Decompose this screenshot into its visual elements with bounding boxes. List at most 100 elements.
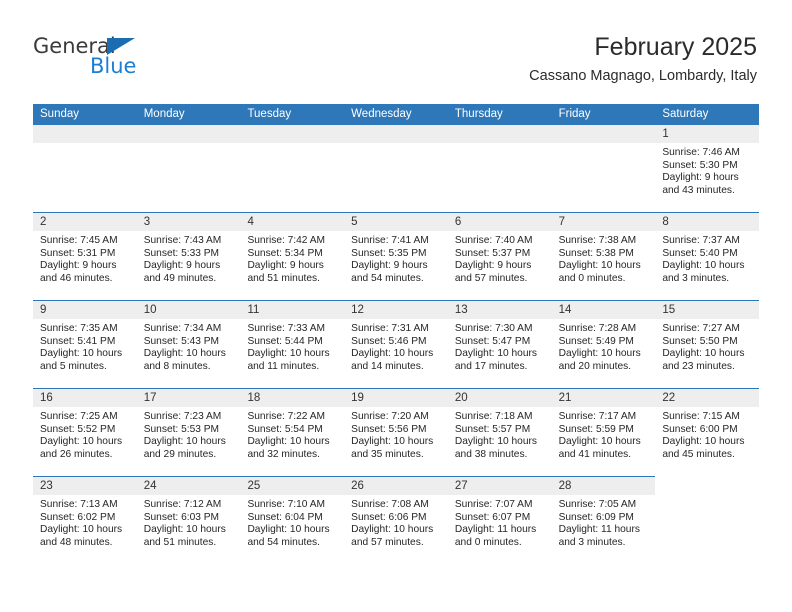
sunrise-text: Sunrise: 7:23 AM — [143, 411, 222, 422]
daylight-text-line1: Daylight: 10 hours — [558, 348, 641, 360]
day-number: 15 — [655, 301, 760, 319]
sunset-text: Sunset: 5:47 PM — [454, 335, 531, 347]
day-details: Sunrise: 7:05 AM Sunset: 6:09 PM Dayligh… — [552, 495, 656, 549]
day-cell[interactable]: 4 Sunrise: 7:42 AM Sunset: 5:34 PM Dayli… — [240, 212, 345, 300]
day-number: 24 — [136, 477, 241, 495]
day-cell[interactable]: 18 Sunrise: 7:22 AM Sunset: 5:54 PM Dayl… — [240, 388, 345, 476]
day-number — [447, 125, 552, 143]
logo-text-blue: Blue — [90, 54, 137, 78]
day-number: 8 — [655, 213, 760, 231]
sunrise-text: Sunrise: 7:30 AM — [454, 323, 533, 334]
day-cell[interactable]: 5 Sunrise: 7:41 AM Sunset: 5:35 PM Dayli… — [344, 212, 448, 300]
day-cell[interactable]: 24 Sunrise: 7:12 AM Sunset: 6:03 PM Dayl… — [136, 476, 241, 572]
sunrise-text: Sunrise: 7:38 AM — [558, 235, 637, 246]
day-details: Sunrise: 7:37 AM Sunset: 5:40 PM Dayligh… — [655, 231, 759, 285]
weekday-header-tuesday: Tuesday — [247, 108, 292, 120]
weekday-header-monday: Monday — [143, 108, 185, 120]
day-cell-empty — [136, 124, 241, 212]
sunset-text: Sunset: 6:04 PM — [247, 511, 323, 523]
weekday-header-wednesday: Wednesday — [351, 108, 412, 120]
weekday-header-row: Sunday Monday Tuesday Wednesday Thursday… — [33, 104, 759, 124]
sunrise-text: Sunrise: 7:37 AM — [662, 235, 740, 246]
day-number: 1 — [655, 125, 760, 143]
daylight-text-line2: and 8 minutes. — [143, 360, 211, 372]
daylight-text-line1: Daylight: 10 hours — [40, 524, 123, 536]
day-cell[interactable]: 20 Sunrise: 7:18 AM Sunset: 5:57 PM Dayl… — [447, 388, 552, 476]
day-details: Sunrise: 7:35 AM Sunset: 5:41 PM Dayligh… — [33, 319, 137, 373]
day-cell[interactable]: 27 Sunrise: 7:07 AM Sunset: 6:07 PM Dayl… — [447, 476, 552, 572]
daylight-text-line2: and 41 minutes. — [558, 448, 632, 460]
day-cell[interactable]: 22 Sunrise: 7:15 AM Sunset: 6:00 PM Dayl… — [655, 388, 760, 476]
day-cell[interactable]: 26 Sunrise: 7:08 AM Sunset: 6:06 PM Dayl… — [344, 476, 448, 572]
sunset-text: Sunset: 5:49 PM — [558, 335, 634, 347]
sunset-text: Sunset: 5:50 PM — [662, 335, 738, 347]
day-cell[interactable]: 7 Sunrise: 7:38 AM Sunset: 5:38 PM Dayli… — [551, 212, 656, 300]
day-cell[interactable]: 10 Sunrise: 7:34 AM Sunset: 5:43 PM Dayl… — [136, 300, 241, 388]
day-number — [33, 125, 137, 143]
day-details: Sunrise: 7:41 AM Sunset: 5:35 PM Dayligh… — [344, 231, 448, 285]
page-header: General Blue February 2025 Cassano Magna… — [0, 0, 792, 100]
day-details: Sunrise: 7:34 AM Sunset: 5:43 PM Dayligh… — [137, 319, 241, 373]
day-cell[interactable]: 8 Sunrise: 7:37 AM Sunset: 5:40 PM Dayli… — [655, 212, 760, 300]
day-number: 28 — [551, 477, 656, 495]
day-cell[interactable]: 12 Sunrise: 7:31 AM Sunset: 5:46 PM Dayl… — [344, 300, 448, 388]
sunrise-text: Sunrise: 7:33 AM — [247, 323, 326, 334]
day-cell[interactable]: 19 Sunrise: 7:20 AM Sunset: 5:56 PM Dayl… — [344, 388, 448, 476]
day-number — [240, 125, 345, 143]
day-cell[interactable]: 15 Sunrise: 7:27 AM Sunset: 5:50 PM Dayl… — [655, 300, 760, 388]
day-number: 16 — [33, 389, 137, 407]
sunset-text: Sunset: 5:56 PM — [351, 423, 427, 435]
day-number: 4 — [240, 213, 345, 231]
day-cell[interactable]: 13 Sunrise: 7:30 AM Sunset: 5:47 PM Dayl… — [447, 300, 552, 388]
day-details: Sunrise: 7:25 AM Sunset: 5:52 PM Dayligh… — [33, 407, 137, 461]
day-cell[interactable]: 25 Sunrise: 7:10 AM Sunset: 6:04 PM Dayl… — [240, 476, 345, 572]
sunset-text: Sunset: 5:33 PM — [143, 247, 220, 259]
day-details: Sunrise: 7:07 AM Sunset: 6:07 PM Dayligh… — [448, 495, 552, 549]
day-details: Sunrise: 7:38 AM Sunset: 5:38 PM Dayligh… — [552, 231, 656, 285]
sunset-text: Sunset: 6:00 PM — [662, 423, 738, 435]
sunset-text: Sunset: 6:06 PM — [351, 511, 427, 523]
day-cell[interactable]: 3 Sunrise: 7:43 AM Sunset: 5:33 PM Dayli… — [136, 212, 241, 300]
daylight-text-line1: Daylight: 10 hours — [351, 348, 434, 360]
day-number: 18 — [240, 389, 345, 407]
sunset-text: Sunset: 5:31 PM — [40, 247, 116, 259]
day-cell-empty — [33, 124, 137, 212]
sunrise-text: Sunrise: 7:45 AM — [40, 235, 118, 246]
day-details: Sunrise: 7:23 AM Sunset: 5:53 PM Dayligh… — [137, 407, 241, 461]
day-details: Sunrise: 7:17 AM Sunset: 5:59 PM Dayligh… — [552, 407, 656, 461]
day-cell[interactable]: 23 Sunrise: 7:13 AM Sunset: 6:02 PM Dayl… — [33, 476, 137, 572]
day-cell-empty — [344, 124, 448, 212]
weekday-header-friday: Friday — [558, 108, 591, 120]
sunset-text: Sunset: 5:30 PM — [662, 159, 738, 171]
day-cell[interactable]: 21 Sunrise: 7:17 AM Sunset: 5:59 PM Dayl… — [551, 388, 656, 476]
sunrise-text: Sunrise: 7:42 AM — [247, 235, 326, 246]
day-cell[interactable]: 1 Sunrise: 7:46 AM Sunset: 5:30 PM Dayli… — [655, 124, 760, 212]
day-number: 19 — [344, 389, 448, 407]
sunset-text: Sunset: 6:09 PM — [558, 511, 634, 523]
day-number: 5 — [344, 213, 448, 231]
day-cell[interactable]: 16 Sunrise: 7:25 AM Sunset: 5:52 PM Dayl… — [33, 388, 137, 476]
day-cell[interactable]: 9 Sunrise: 7:35 AM Sunset: 5:41 PM Dayli… — [33, 300, 137, 388]
day-number: 7 — [551, 213, 656, 231]
day-cell[interactable]: 6 Sunrise: 7:40 AM Sunset: 5:37 PM Dayli… — [447, 212, 552, 300]
daylight-text-line1: Daylight: 10 hours — [351, 524, 434, 536]
day-number: 21 — [551, 389, 656, 407]
day-number: 11 — [240, 301, 345, 319]
daylight-text-line2: and 43 minutes. — [662, 184, 735, 196]
day-cell[interactable]: 2 Sunrise: 7:45 AM Sunset: 5:31 PM Dayli… — [33, 212, 137, 300]
day-cell[interactable]: 14 Sunrise: 7:28 AM Sunset: 5:49 PM Dayl… — [551, 300, 656, 388]
daylight-text-line1: Daylight: 10 hours — [247, 348, 330, 360]
daylight-text-line2: and 54 minutes. — [351, 272, 424, 284]
day-cell-empty — [655, 476, 760, 572]
sunset-text: Sunset: 5:34 PM — [247, 247, 323, 259]
daylight-text-line2: and 17 minutes. — [454, 360, 528, 372]
general-blue-logo[interactable]: General Blue — [33, 36, 223, 86]
sunset-text: Sunset: 5:37 PM — [454, 247, 531, 259]
sunset-text: Sunset: 5:38 PM — [558, 247, 634, 259]
day-cell[interactable]: 11 Sunrise: 7:33 AM Sunset: 5:44 PM Dayl… — [240, 300, 345, 388]
daylight-text-line1: Daylight: 10 hours — [40, 348, 123, 360]
day-cell[interactable]: 17 Sunrise: 7:23 AM Sunset: 5:53 PM Dayl… — [136, 388, 241, 476]
day-cell[interactable]: 28 Sunrise: 7:05 AM Sunset: 6:09 PM Dayl… — [551, 476, 656, 572]
day-number: 12 — [344, 301, 448, 319]
day-cell-empty — [551, 124, 656, 212]
